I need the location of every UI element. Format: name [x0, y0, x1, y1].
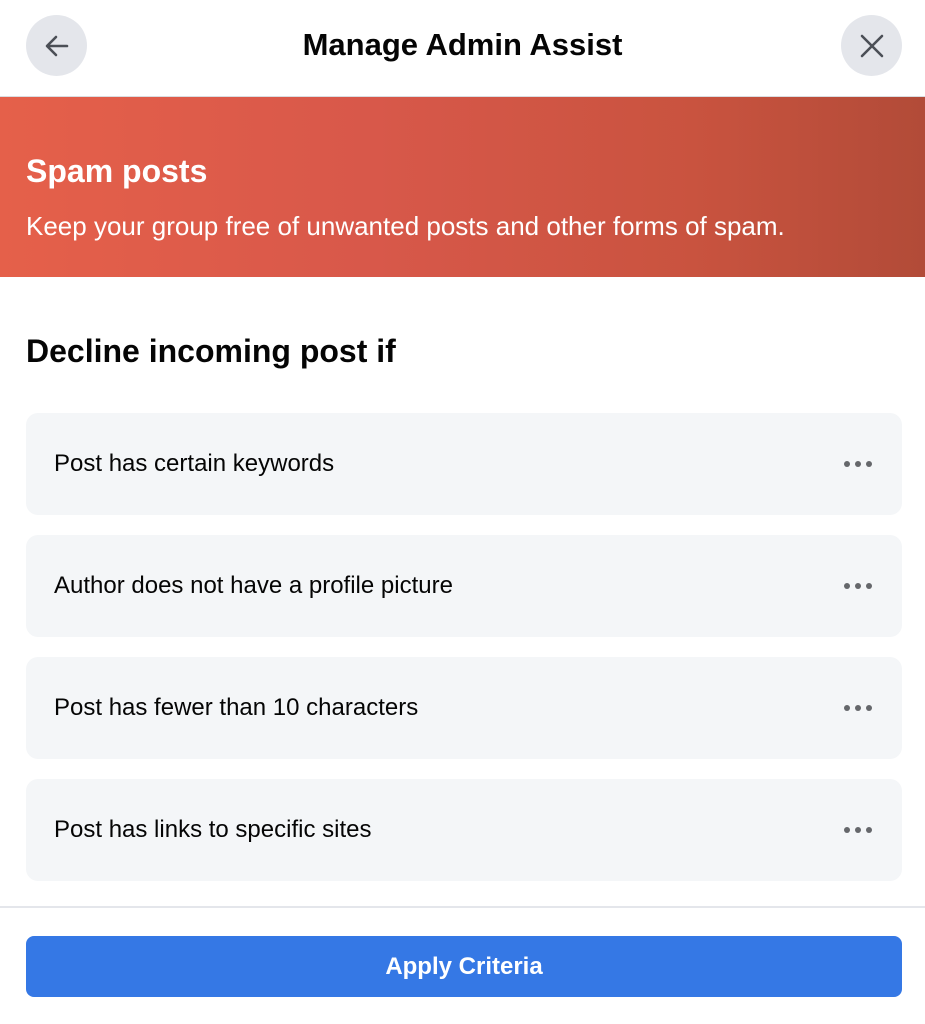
criteria-item-keywords[interactable]: Post has certain keywords [26, 413, 902, 515]
more-horizontal-icon[interactable] [836, 691, 880, 725]
footer-divider [0, 906, 925, 908]
banner-title: Spam posts [26, 153, 208, 189]
criteria-list: Post has certain keywords Author does no… [26, 413, 902, 901]
spam-posts-banner: Spam posts Keep your group free of unwan… [0, 97, 925, 277]
close-button[interactable] [841, 15, 902, 76]
dialog-header: Manage Admin Assist [0, 0, 925, 97]
more-horizontal-icon[interactable] [836, 569, 880, 603]
criteria-label: Author does not have a profile picture [54, 572, 453, 599]
criteria-label: Post has links to specific sites [54, 816, 372, 843]
more-horizontal-icon[interactable] [836, 447, 880, 481]
criteria-item-characters[interactable]: Post has fewer than 10 characters [26, 657, 902, 759]
criteria-label: Post has certain keywords [54, 450, 335, 477]
apply-criteria-button[interactable]: Apply Criteria [26, 936, 902, 997]
criteria-item-profile-picture[interactable]: Author does not have a profile picture [26, 535, 902, 637]
more-horizontal-icon[interactable] [836, 813, 880, 847]
criteria-item-links[interactable]: Post has links to specific sites [26, 779, 902, 881]
close-icon [860, 34, 883, 57]
section-title: Decline incoming post if [26, 333, 396, 369]
criteria-label: Post has fewer than 10 characters [54, 694, 419, 721]
dialog-title: Manage Admin Assist [302, 27, 623, 62]
banner-description: Keep your group free of unwanted posts a… [26, 211, 785, 241]
